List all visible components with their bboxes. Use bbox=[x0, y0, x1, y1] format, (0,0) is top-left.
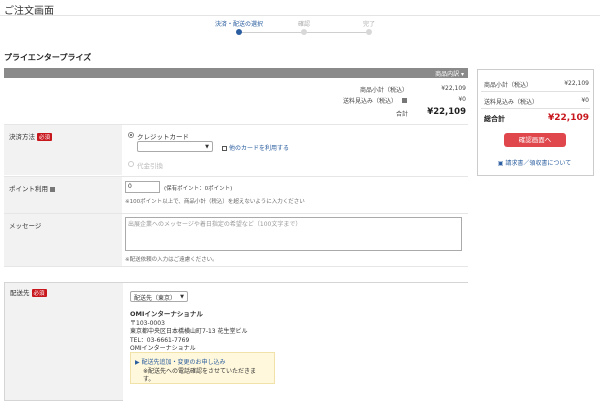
title-divider bbox=[0, 15, 600, 16]
message-label: メッセージ bbox=[9, 222, 42, 230]
step-dot-select bbox=[236, 29, 242, 35]
row-divider bbox=[4, 266, 468, 267]
step-dot-complete bbox=[366, 29, 372, 35]
shipping-detail-cell: 配送先（東京） ▼ OMIインターナショナル 〒103-0003 東京都中央区日… bbox=[123, 283, 468, 401]
points-input[interactable]: 0 bbox=[125, 181, 160, 193]
side-shipping-label: 送料見込み（税込） bbox=[484, 99, 539, 106]
points-balance: (保有ポイント：0ポイント) bbox=[164, 186, 233, 192]
cod-label: 代金引換 bbox=[137, 162, 163, 170]
card-select[interactable]: ▼ bbox=[137, 141, 213, 152]
side-subtotal-value: ¥22,109 bbox=[564, 80, 589, 87]
other-card-option[interactable]: 他のカードを利用する bbox=[222, 143, 289, 152]
invoice-link-row[interactable]: ▣ 請求書／領収書について bbox=[482, 158, 587, 167]
shipping-change-link[interactable]: 配送先追加・変更のお申し込み bbox=[142, 359, 226, 366]
shipping-select-value: 配送先（東京） bbox=[134, 295, 177, 302]
required-badge: 必須 bbox=[37, 133, 53, 141]
message-note: ※配送依頼の入力はご遠慮ください。 bbox=[125, 257, 218, 263]
step-label-confirm: 確認 bbox=[297, 21, 311, 28]
shop-name: プライエンタープライズ bbox=[4, 53, 92, 62]
invoice-link[interactable]: 請求書／領収書について bbox=[505, 160, 571, 167]
step-dot-confirm bbox=[301, 29, 307, 35]
points-label: ポイント利用 bbox=[9, 183, 55, 193]
credit-card-label: クレジットカード bbox=[137, 133, 189, 141]
step-label-select: 決済・配送の選択 bbox=[214, 21, 264, 28]
side-shipping-row: 送料見込み（税込） ¥0 bbox=[484, 97, 589, 106]
shipping-note-line1: ※配送先への電話確認をさせていただきま bbox=[143, 368, 257, 375]
total-value: ¥22,109 bbox=[427, 107, 466, 117]
side-shipping-value: ¥0 bbox=[581, 97, 589, 104]
order-summary: 商品小計（税込） ¥22,109 送料見込み（税込） ¥0 合計 ¥22,109 bbox=[0, 85, 470, 121]
message-textarea[interactable]: 出展企業へのメッセージや着日指定の希望など（100文字まで） bbox=[125, 217, 462, 251]
chevron-down-icon: ▼ bbox=[180, 294, 184, 300]
recipient-name: OMIインターナショナル bbox=[130, 345, 196, 352]
required-badge: 必須 bbox=[31, 289, 47, 297]
shipping-estimate-value: ¥0 bbox=[458, 96, 466, 103]
side-total-label: 総合計 bbox=[484, 115, 505, 123]
document-icon: ▣ bbox=[497, 160, 504, 167]
payment-label: 決済方法 必須 bbox=[9, 131, 53, 141]
radio-cod[interactable] bbox=[128, 161, 134, 167]
step-label-complete: 完了 bbox=[362, 21, 376, 28]
shipping-label-text: 配送先 bbox=[10, 289, 30, 297]
points-label-text: ポイント利用 bbox=[9, 185, 48, 193]
shipping-change-link-row[interactable]: ▶ 配送先追加・変更のお申し込み bbox=[135, 357, 226, 366]
item-breakdown-bar[interactable]: 商品内訳 ▾ bbox=[4, 68, 468, 78]
side-subtotal-label: 商品小計（税込） bbox=[484, 82, 533, 89]
address: 東京都中央区日本橋横山町7-13 花生堂ビル bbox=[130, 328, 248, 335]
side-total-value: ¥22,109 bbox=[548, 113, 589, 123]
shipping-address-select[interactable]: 配送先（東京） ▼ bbox=[130, 291, 188, 302]
side-subtotal-row: 商品小計（税込） ¥22,109 bbox=[484, 80, 589, 89]
payment-label-text: 決済方法 bbox=[9, 133, 35, 141]
other-card-link[interactable]: 他のカードを利用する bbox=[229, 145, 289, 152]
side-total-row: 総合計 ¥22,109 bbox=[484, 113, 589, 124]
total-label: 合計 bbox=[395, 111, 408, 118]
recipient-company: OMIインターナショナル bbox=[130, 310, 203, 318]
radio-credit-card[interactable] bbox=[128, 132, 134, 138]
side-summary: 商品小計（税込） ¥22,109 送料見込み（税込） ¥0 総合計 ¥22,10… bbox=[477, 69, 594, 176]
chevron-down-icon: ▼ bbox=[205, 144, 209, 150]
shipping-change-notice: ▶ 配送先追加・変更のお申し込み ※配送先への電話確認をさせていただきま す。 bbox=[130, 352, 275, 384]
row-divider bbox=[4, 124, 468, 125]
link-arrow-icon: ▶ bbox=[135, 359, 140, 366]
side-divider bbox=[481, 108, 590, 109]
subtotal-value: ¥22,109 bbox=[441, 85, 466, 92]
other-card-checkbox[interactable] bbox=[222, 146, 227, 151]
shipping-label: 配送先 必須 bbox=[10, 287, 47, 297]
subtotal-label: 商品小計（税込） bbox=[359, 87, 408, 94]
progress-steps: 決済・配送の選択 確認 完了 bbox=[215, 19, 395, 41]
shipping-note-line2: す。 bbox=[143, 376, 155, 383]
side-divider bbox=[481, 91, 590, 92]
confirm-button[interactable]: 確認画面へ bbox=[504, 133, 566, 147]
help-icon[interactable] bbox=[50, 186, 55, 192]
points-note: ※100ポイント以上で、商品小計（税込）を超えないように入力ください bbox=[125, 199, 305, 205]
item-breakdown-toggle[interactable]: 商品内訳 ▾ bbox=[435, 69, 464, 78]
shipping-section: 配送先 必須 配送先（東京） ▼ OMIインターナショナル 〒103-0003 東… bbox=[4, 282, 468, 401]
shipping-estimate-label: 送料見込み（税込） bbox=[342, 98, 397, 105]
